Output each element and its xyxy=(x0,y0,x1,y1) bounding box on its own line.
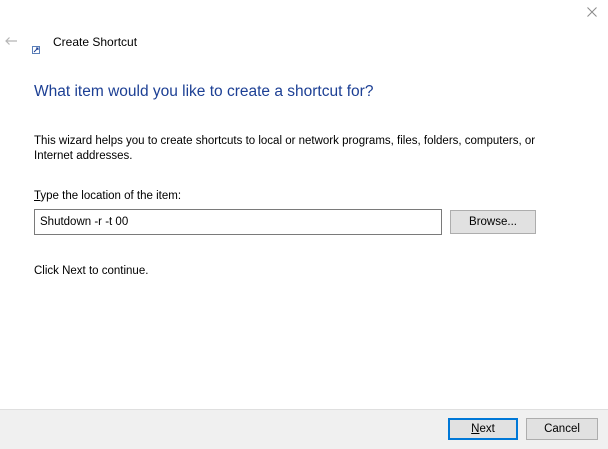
location-input[interactable] xyxy=(34,209,442,235)
close-button[interactable] xyxy=(576,0,608,26)
page-heading: What item would you like to create a sho… xyxy=(34,83,374,100)
next-mnemonic: N xyxy=(471,423,480,435)
wizard-description: This wizard helps you to create shortcut… xyxy=(34,135,536,162)
back-button[interactable] xyxy=(2,34,20,50)
create-shortcut-window: Create Shortcut What item would you like… xyxy=(0,0,608,449)
location-label-text: ype the location of the item: xyxy=(40,190,182,202)
next-label: ext xyxy=(479,423,495,435)
next-button[interactable]: Next xyxy=(448,418,518,440)
cancel-button[interactable]: Cancel xyxy=(526,418,598,440)
location-label: Type the location of the item: xyxy=(34,190,181,202)
continue-instruction: Click Next to continue. xyxy=(34,265,149,277)
back-arrow-icon xyxy=(4,33,18,51)
window-title: Create Shortcut xyxy=(53,35,138,49)
browse-button[interactable]: Browse... xyxy=(450,210,536,234)
shortcut-app-icon xyxy=(32,41,40,54)
close-icon xyxy=(587,4,597,22)
